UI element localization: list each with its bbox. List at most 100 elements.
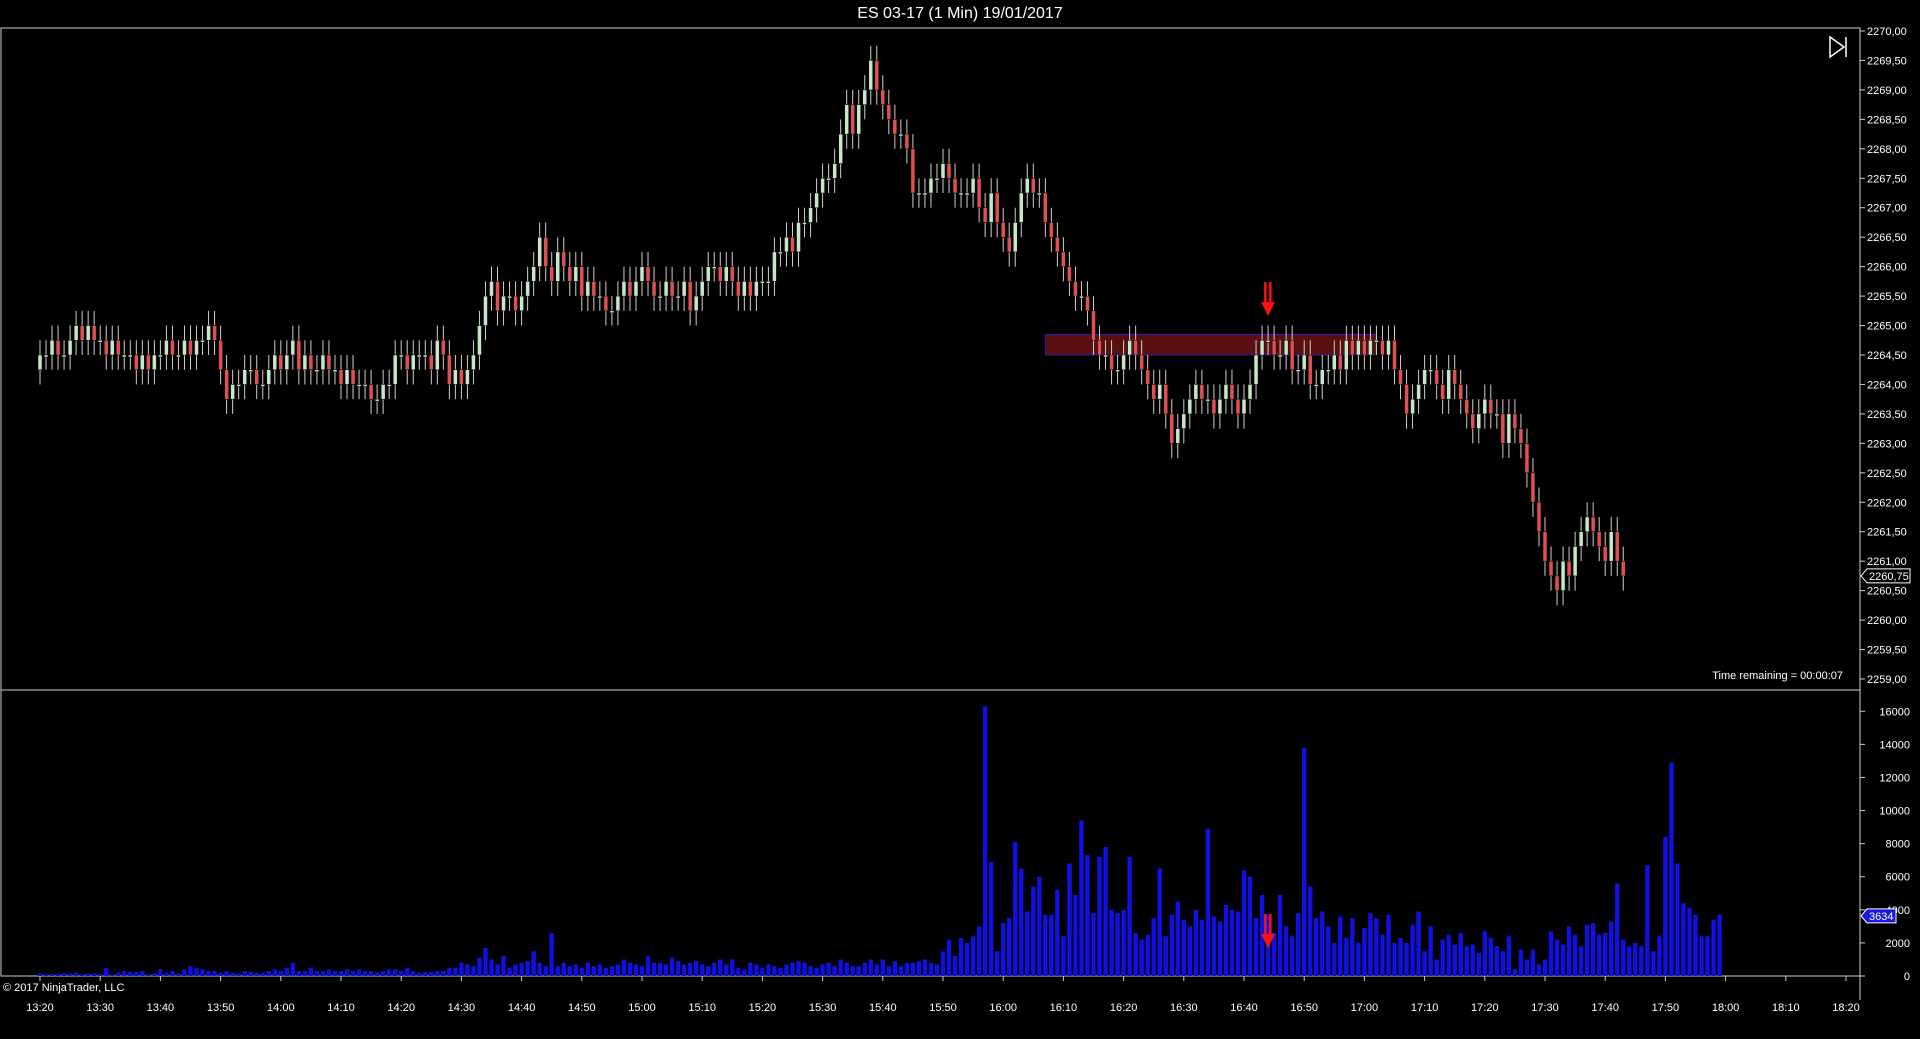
volume-tick-label: 8000	[1886, 839, 1910, 851]
volume-bar	[1019, 868, 1024, 976]
volume-bar	[1542, 959, 1548, 976]
volume-bar	[260, 972, 265, 976]
candle	[814, 178, 819, 223]
candle	[55, 325, 61, 370]
candle	[1127, 325, 1132, 370]
candle	[1169, 399, 1175, 459]
volume-bar	[507, 967, 512, 976]
volume-bar	[1434, 959, 1439, 976]
volume-bar	[1187, 926, 1193, 976]
candle	[681, 266, 687, 311]
volume-bar	[681, 964, 687, 976]
volume-bar	[284, 967, 290, 976]
candle	[1061, 237, 1066, 282]
volume-bar	[862, 962, 867, 976]
candle	[748, 266, 753, 311]
time-tick-label: 14:20	[387, 1002, 415, 1014]
candle	[1175, 413, 1181, 459]
candle	[489, 266, 494, 311]
price-tick-label: 2260,00	[1867, 615, 1907, 627]
candle	[423, 340, 428, 370]
volume-bar	[356, 969, 362, 976]
volume-bar	[802, 962, 807, 976]
volume-bar	[1031, 886, 1036, 976]
time-tick-label: 14:10	[327, 1002, 355, 1014]
volume-bar	[1669, 762, 1674, 976]
candle	[1428, 355, 1433, 385]
candle	[982, 193, 988, 238]
time-tick-label: 13:30	[86, 1002, 114, 1014]
volume-bar	[423, 971, 428, 976]
candle	[1452, 355, 1457, 400]
price-tick-label: 2268,00	[1867, 144, 1907, 156]
volume-bar	[639, 966, 645, 976]
volume-bar	[555, 966, 560, 976]
candle	[663, 266, 669, 311]
chart-canvas[interactable]: 2259,00 2259,50 2260,00 2260,50 2261,00 2261,…	[0, 0, 1920, 1039]
volume-bar	[1404, 942, 1409, 976]
volume-y-axis: 0200040006000800010000120001400016000	[1860, 706, 1910, 983]
volume-bar	[1109, 909, 1114, 976]
candle	[362, 369, 368, 400]
volume-bar	[350, 971, 356, 976]
candle	[1043, 178, 1048, 238]
candle	[495, 266, 500, 326]
candle	[374, 384, 380, 414]
volume-bar	[465, 964, 470, 976]
volume-tick-label: 16000	[1879, 706, 1910, 718]
candle	[465, 355, 470, 400]
skip-to-end-icon[interactable]	[1829, 35, 1847, 59]
candle	[1247, 369, 1253, 414]
volume-bar	[513, 964, 518, 976]
volume-bar	[194, 967, 199, 976]
candle	[1079, 281, 1084, 311]
volume-bar	[218, 972, 223, 976]
volume-bar	[67, 973, 73, 976]
volume-bar	[1283, 926, 1289, 976]
candle	[501, 281, 506, 326]
candle	[278, 340, 284, 385]
candle	[591, 266, 597, 311]
volume-bar	[1633, 942, 1638, 976]
candle	[627, 266, 633, 311]
candle	[742, 266, 747, 311]
volume-bar	[489, 959, 494, 976]
volume-bar	[1350, 918, 1355, 976]
candlestick-series	[37, 45, 1626, 606]
candle	[1199, 369, 1205, 414]
volume-bar	[1675, 863, 1680, 976]
volume-bar	[1091, 913, 1096, 976]
candle	[1584, 502, 1590, 547]
candle	[922, 178, 928, 208]
volume-bar	[579, 967, 584, 976]
candle	[1157, 369, 1162, 414]
candle	[206, 310, 211, 355]
volume-bar	[224, 971, 229, 976]
volume-tick-label: 14000	[1879, 739, 1910, 751]
candle	[705, 251, 711, 297]
price-tick-label: 2265,50	[1867, 291, 1907, 303]
volume-bar	[1277, 894, 1283, 976]
volume-bar	[1235, 911, 1241, 976]
price-tick-label: 2263,00	[1867, 438, 1907, 450]
candle	[1434, 355, 1439, 400]
volume-bar	[1681, 903, 1686, 976]
volume-bar	[248, 971, 253, 976]
time-tick-label: 15:00	[628, 1002, 656, 1014]
price-tick-label: 2268,50	[1867, 114, 1907, 126]
volume-bar	[808, 966, 813, 976]
volume-bar	[940, 951, 946, 976]
volume-bar	[712, 962, 717, 976]
candle	[91, 310, 97, 355]
volume-bar	[1717, 914, 1722, 976]
volume-bar	[140, 971, 145, 976]
volume-bar	[477, 957, 482, 976]
candle	[736, 266, 741, 311]
candle	[218, 325, 223, 385]
candle	[832, 148, 837, 193]
volume-bar	[110, 974, 115, 976]
time-tick-label: 16:30	[1170, 1002, 1198, 1014]
volume-bar	[152, 973, 157, 976]
volume-bar	[1193, 909, 1199, 976]
volume-bar	[1488, 937, 1494, 976]
